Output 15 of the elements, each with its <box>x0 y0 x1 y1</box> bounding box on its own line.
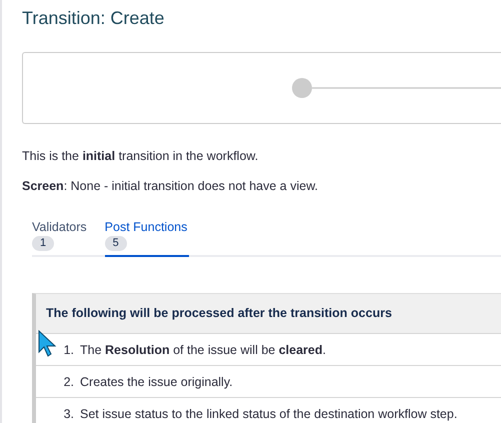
screen-text: Screen: None - initial transition does not have a view. <box>22 178 320 194</box>
count-badge: 1 <box>32 236 54 251</box>
description-text: This is the initial transition in the workflow. <box>22 148 260 164</box>
tab[interactable]: Post Functions 5 <box>104 220 190 257</box>
tab[interactable]: Validators 1 <box>32 220 89 257</box>
list-number: 1. <box>62 342 74 356</box>
count-badge: 5 <box>104 236 127 251</box>
list-number: 2. <box>62 374 74 388</box>
table-header: The following will be processed after the transition occurs <box>36 294 501 334</box>
post-function-text: Creates the issue originally. <box>80 374 233 388</box>
post-function-text: Set issue status to the linked status of the destination workflow step. <box>80 406 458 420</box>
page-title: Transition: Create <box>22 7 166 30</box>
list-number: 3. <box>62 406 74 420</box>
cursor-icon <box>38 330 58 358</box>
post-function-text: The Resolution of the issue will be cleared. <box>80 342 326 356</box>
